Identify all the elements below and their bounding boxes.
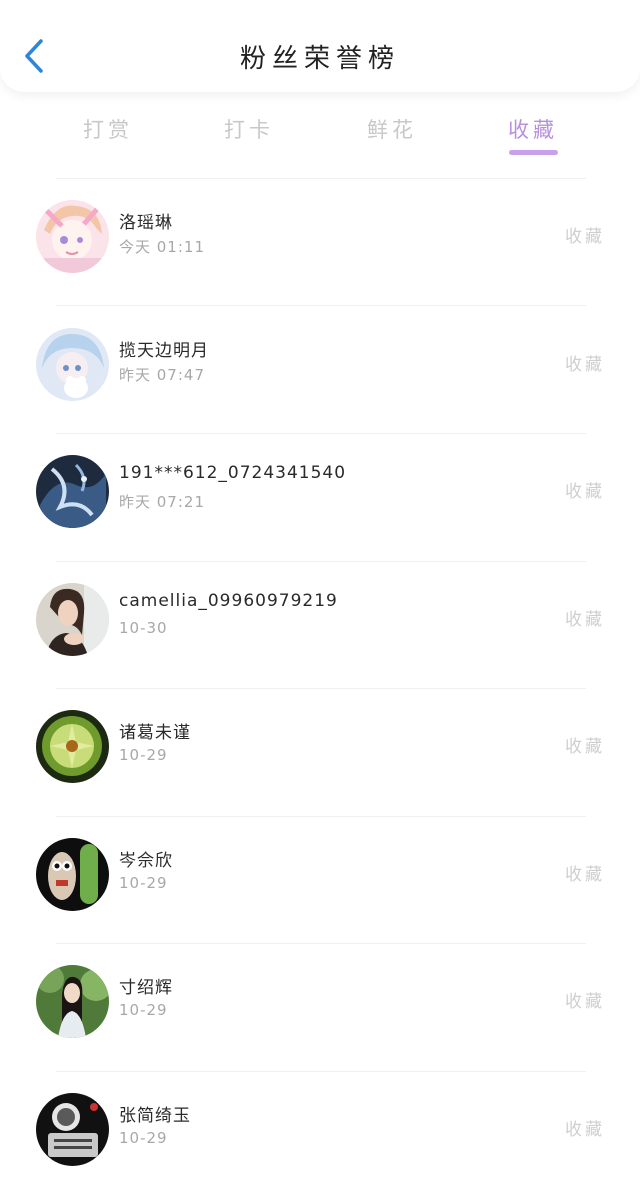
fan-name: 张简绮玉 [119,1106,191,1126]
fan-time: 10-30 [119,619,168,637]
favorite-label: 收藏 [565,737,605,757]
avatar [36,838,109,911]
fan-name: 寸绍辉 [119,978,173,998]
favorite-label: 收藏 [565,355,605,375]
tab-reward[interactable]: 打赏 [58,114,158,144]
favorite-label: 收藏 [565,227,605,247]
fan-time: 10-29 [119,1129,168,1147]
fan-row[interactable]: 诸葛未谨 10-29 收藏 [0,688,640,815]
tab-flowers[interactable]: 鲜花 [342,114,442,144]
avatar [36,328,109,401]
fan-honor-page: 粉丝荣誉榜 打赏 打卡 鲜花 收藏 洛瑶琳 今天 01:11 收藏 揽天边明月 … [0,0,640,1179]
avatar [36,965,109,1038]
fan-row[interactable]: 张简绮玉 10-29 收藏 [0,1071,640,1179]
fan-name: 揽天边明月 [119,341,209,361]
tab-checkin[interactable]: 打卡 [199,114,299,144]
avatar [36,583,109,656]
fan-row[interactable]: 寸绍辉 10-29 收藏 [0,943,640,1070]
tab-favorites[interactable]: 收藏 [483,114,583,144]
header-bar: 粉丝荣誉榜 [0,0,640,92]
fan-row[interactable]: camellia_09960979219 10-30 收藏 [0,561,640,688]
avatar [36,1093,109,1166]
fan-name: camellia_09960979219 [119,591,338,611]
avatar [36,455,109,528]
fan-time: 10-29 [119,746,168,764]
favorite-label: 收藏 [565,1120,605,1140]
fan-name: 诸葛未谨 [119,723,191,743]
active-tab-indicator [509,150,558,155]
favorite-label: 收藏 [565,610,605,630]
fan-time: 10-29 [119,1001,168,1019]
favorite-label: 收藏 [565,865,605,885]
fan-row[interactable]: 洛瑶琳 今天 01:11 收藏 [0,178,640,305]
fan-name: 岑佘欣 [119,851,173,871]
fan-row[interactable]: 岑佘欣 10-29 收藏 [0,816,640,943]
fan-row[interactable]: 191***612_0724341540 昨天 07:21 收藏 [0,433,640,560]
fan-row[interactable]: 揽天边明月 昨天 07:47 收藏 [0,306,640,433]
fan-time: 昨天 07:21 [119,493,205,511]
page-title: 粉丝荣誉榜 [239,44,400,74]
avatar [36,710,109,783]
favorite-label: 收藏 [565,992,605,1012]
fan-time: 今天 01:11 [119,238,205,256]
avatar [36,200,109,273]
fan-time: 昨天 07:47 [119,366,205,384]
tab-bar: 打赏 打卡 鲜花 收藏 [0,106,640,162]
fan-name: 191***612_0724341540 [119,463,347,483]
favorite-label: 收藏 [565,482,605,502]
fan-time: 10-29 [119,874,168,892]
fan-name: 洛瑶琳 [119,213,173,233]
